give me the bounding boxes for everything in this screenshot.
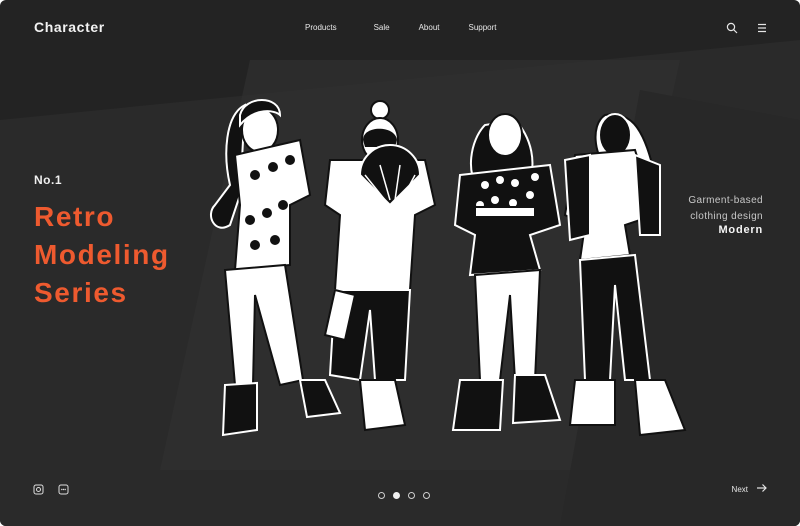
brand-logo[interactable]: Character (34, 19, 105, 35)
hero-title-line-3: Series (34, 277, 128, 308)
social-links (33, 482, 69, 495)
next-label: Next (731, 484, 748, 494)
character-2 (323, 100, 437, 432)
side-label: Modern (718, 224, 763, 236)
character-3 (451, 113, 562, 431)
slide-pagination (378, 492, 430, 499)
nav-link-support[interactable]: Support (469, 23, 497, 32)
hero-page: Character Products Sale About Support No… (0, 0, 800, 526)
character-1 (210, 99, 342, 437)
pagination-dot-3[interactable] (408, 492, 415, 499)
nav-link-products[interactable]: Products (305, 23, 337, 32)
nav-link-about[interactable]: About (419, 23, 440, 32)
main-nav: Products Sale About Support (305, 23, 497, 32)
next-button[interactable]: Next (732, 483, 768, 495)
instagram-icon[interactable] (33, 482, 44, 495)
header-actions (726, 21, 768, 34)
characters-illustration (210, 99, 687, 437)
pagination-dot-2[interactable] (393, 492, 400, 499)
menu-icon[interactable] (756, 21, 768, 33)
hero-title-line-1: Retro (34, 201, 116, 232)
rank-badge: No.1 (34, 173, 63, 187)
nav-link-sale[interactable]: Sale (374, 23, 390, 32)
hero-title-line-2: Modeling (34, 239, 170, 270)
search-icon[interactable] (726, 21, 738, 34)
pagination-dot-4[interactable] (423, 492, 430, 499)
character-4 (563, 113, 687, 437)
arrow-right-icon (756, 483, 768, 495)
hero-title: Retro Modeling Series (34, 198, 170, 312)
chat-icon[interactable] (58, 482, 69, 495)
pagination-dot-1[interactable] (378, 492, 385, 499)
